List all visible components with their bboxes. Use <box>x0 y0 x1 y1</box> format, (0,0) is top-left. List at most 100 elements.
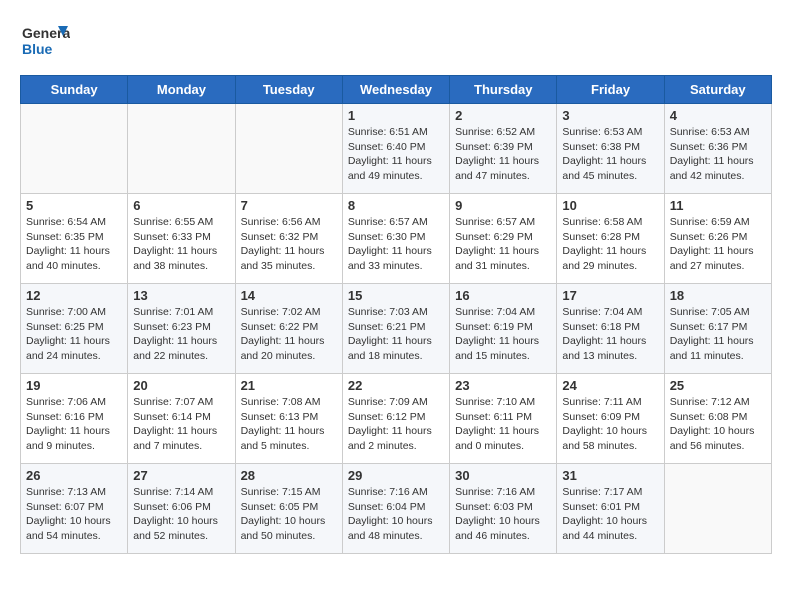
day-info: Sunrise: 7:04 AM Sunset: 6:18 PM Dayligh… <box>562 305 658 364</box>
calendar-cell: 1Sunrise: 6:51 AM Sunset: 6:40 PM Daylig… <box>342 104 449 194</box>
day-number: 10 <box>562 198 658 213</box>
day-number: 5 <box>26 198 122 213</box>
calendar-cell: 17 Sunrise: 7:04 AM Sunset: 6:18 PM Dayli… <box>557 284 664 374</box>
calendar-cell: 25 Sunrise: 7:12 AM Sunset: 6:08 PM Dayli… <box>664 374 771 464</box>
calendar-cell: 9 Sunrise: 6:57 AM Sunset: 6:29 PM Daylig… <box>450 194 557 284</box>
day-number: 25 <box>670 378 766 393</box>
day-number: 21 <box>241 378 337 393</box>
weekday-header: Saturday <box>664 76 771 104</box>
calendar-cell <box>235 104 342 194</box>
weekday-header-row: SundayMondayTuesdayWednesdayThursdayFrid… <box>21 76 772 104</box>
day-info: Sunrise: 7:09 AM Sunset: 6:12 PM Dayligh… <box>348 395 444 454</box>
calendar-cell: 31Sunrise: 7:17 AM Sunset: 6:01 PM Dayli… <box>557 464 664 554</box>
day-number: 2 <box>455 108 551 123</box>
day-number: 8 <box>348 198 444 213</box>
day-number: 17 <box>562 288 658 303</box>
calendar-cell: 7Sunrise: 6:56 AM Sunset: 6:32 PM Daylig… <box>235 194 342 284</box>
day-number: 26 <box>26 468 122 483</box>
calendar-cell: 5 Sunrise: 6:54 AM Sunset: 6:35 PM Daylig… <box>21 194 128 284</box>
weekday-header: Sunday <box>21 76 128 104</box>
calendar-cell: 12 Sunrise: 7:00 AM Sunset: 6:25 PM Dayli… <box>21 284 128 374</box>
svg-text:Blue: Blue <box>22 41 53 57</box>
day-number: 29 <box>348 468 444 483</box>
calendar-cell: 21Sunrise: 7:08 AM Sunset: 6:13 PM Dayli… <box>235 374 342 464</box>
calendar-week-row: 5 Sunrise: 6:54 AM Sunset: 6:35 PM Daylig… <box>21 194 772 284</box>
day-number: 22 <box>348 378 444 393</box>
day-info: Sunrise: 7:03 AM Sunset: 6:21 PM Dayligh… <box>348 305 444 364</box>
calendar-cell: 19 Sunrise: 7:06 AM Sunset: 6:16 PM Dayli… <box>21 374 128 464</box>
day-number: 12 <box>26 288 122 303</box>
day-info: Sunrise: 6:59 AM Sunset: 6:26 PM Dayligh… <box>670 215 766 274</box>
day-info: Sunrise: 7:12 AM Sunset: 6:08 PM Dayligh… <box>670 395 766 454</box>
day-number: 9 <box>455 198 551 213</box>
day-number: 4 <box>670 108 766 123</box>
day-number: 1 <box>348 108 444 123</box>
day-info: Sunrise: 6:57 AM Sunset: 6:30 PM Dayligh… <box>348 215 444 274</box>
day-number: 24 <box>562 378 658 393</box>
weekday-header: Thursday <box>450 76 557 104</box>
calendar-cell: 28 Sunrise: 7:15 AM Sunset: 6:05 PM Dayli… <box>235 464 342 554</box>
calendar-week-row: 19 Sunrise: 7:06 AM Sunset: 6:16 PM Dayli… <box>21 374 772 464</box>
day-info: Sunrise: 6:53 AM Sunset: 6:36 PM Dayligh… <box>670 125 766 184</box>
day-info: Sunrise: 7:14 AM Sunset: 6:06 PM Dayligh… <box>133 485 229 544</box>
day-info: Sunrise: 7:15 AM Sunset: 6:05 PM Dayligh… <box>241 485 337 544</box>
calendar-cell: 27 Sunrise: 7:14 AM Sunset: 6:06 PM Dayli… <box>128 464 235 554</box>
day-info: Sunrise: 7:07 AM Sunset: 6:14 PM Dayligh… <box>133 395 229 454</box>
day-number: 18 <box>670 288 766 303</box>
calendar-cell: 26 Sunrise: 7:13 AM Sunset: 6:07 PM Dayli… <box>21 464 128 554</box>
day-number: 6 <box>133 198 229 213</box>
calendar-cell <box>128 104 235 194</box>
page-header: GeneralBlue <box>20 20 772 65</box>
day-info: Sunrise: 7:06 AM Sunset: 6:16 PM Dayligh… <box>26 395 122 454</box>
day-info: Sunrise: 7:16 AM Sunset: 6:04 PM Dayligh… <box>348 485 444 544</box>
day-info: Sunrise: 7:00 AM Sunset: 6:25 PM Dayligh… <box>26 305 122 364</box>
calendar-cell: 3Sunrise: 6:53 AM Sunset: 6:38 PM Daylig… <box>557 104 664 194</box>
calendar-cell: 2Sunrise: 6:52 AM Sunset: 6:39 PM Daylig… <box>450 104 557 194</box>
logo-svg: GeneralBlue <box>20 20 70 65</box>
calendar-cell: 22 Sunrise: 7:09 AM Sunset: 6:12 PM Dayli… <box>342 374 449 464</box>
calendar-cell: 30 Sunrise: 7:16 AM Sunset: 6:03 PM Dayli… <box>450 464 557 554</box>
calendar-week-row: 26 Sunrise: 7:13 AM Sunset: 6:07 PM Dayli… <box>21 464 772 554</box>
calendar-cell: 29 Sunrise: 7:16 AM Sunset: 6:04 PM Dayli… <box>342 464 449 554</box>
day-info: Sunrise: 6:53 AM Sunset: 6:38 PM Dayligh… <box>562 125 658 184</box>
day-info: Sunrise: 7:11 AM Sunset: 6:09 PM Dayligh… <box>562 395 658 454</box>
weekday-header: Monday <box>128 76 235 104</box>
day-info: Sunrise: 6:56 AM Sunset: 6:32 PM Dayligh… <box>241 215 337 274</box>
day-number: 31 <box>562 468 658 483</box>
day-info: Sunrise: 6:58 AM Sunset: 6:28 PM Dayligh… <box>562 215 658 274</box>
calendar-cell: 10 Sunrise: 6:58 AM Sunset: 6:28 PM Dayli… <box>557 194 664 284</box>
day-number: 20 <box>133 378 229 393</box>
day-info: Sunrise: 7:04 AM Sunset: 6:19 PM Dayligh… <box>455 305 551 364</box>
day-number: 27 <box>133 468 229 483</box>
calendar-cell: 16 Sunrise: 7:04 AM Sunset: 6:19 PM Dayli… <box>450 284 557 374</box>
calendar-cell: 4 Sunrise: 6:53 AM Sunset: 6:36 PM Daylig… <box>664 104 771 194</box>
weekday-header: Friday <box>557 76 664 104</box>
day-info: Sunrise: 6:57 AM Sunset: 6:29 PM Dayligh… <box>455 215 551 274</box>
day-number: 13 <box>133 288 229 303</box>
day-number: 15 <box>348 288 444 303</box>
day-number: 19 <box>26 378 122 393</box>
calendar-cell: 14Sunrise: 7:02 AM Sunset: 6:22 PM Dayli… <box>235 284 342 374</box>
day-number: 28 <box>241 468 337 483</box>
day-number: 23 <box>455 378 551 393</box>
day-number: 30 <box>455 468 551 483</box>
day-number: 16 <box>455 288 551 303</box>
calendar-table: SundayMondayTuesdayWednesdayThursdayFrid… <box>20 75 772 554</box>
calendar-cell: 11 Sunrise: 6:59 AM Sunset: 6:26 PM Dayli… <box>664 194 771 284</box>
day-number: 11 <box>670 198 766 213</box>
day-info: Sunrise: 7:16 AM Sunset: 6:03 PM Dayligh… <box>455 485 551 544</box>
calendar-cell: 13Sunrise: 7:01 AM Sunset: 6:23 PM Dayli… <box>128 284 235 374</box>
calendar-cell: 24 Sunrise: 7:11 AM Sunset: 6:09 PM Dayli… <box>557 374 664 464</box>
calendar-week-row: 1Sunrise: 6:51 AM Sunset: 6:40 PM Daylig… <box>21 104 772 194</box>
weekday-header: Wednesday <box>342 76 449 104</box>
day-info: Sunrise: 7:10 AM Sunset: 6:11 PM Dayligh… <box>455 395 551 454</box>
day-info: Sunrise: 6:54 AM Sunset: 6:35 PM Dayligh… <box>26 215 122 274</box>
calendar-cell: 6Sunrise: 6:55 AM Sunset: 6:33 PM Daylig… <box>128 194 235 284</box>
logo: GeneralBlue <box>20 20 70 65</box>
day-number: 14 <box>241 288 337 303</box>
day-info: Sunrise: 7:05 AM Sunset: 6:17 PM Dayligh… <box>670 305 766 364</box>
calendar-cell <box>664 464 771 554</box>
calendar-cell: 23 Sunrise: 7:10 AM Sunset: 6:11 PM Dayli… <box>450 374 557 464</box>
calendar-cell: 8 Sunrise: 6:57 AM Sunset: 6:30 PM Daylig… <box>342 194 449 284</box>
day-info: Sunrise: 7:13 AM Sunset: 6:07 PM Dayligh… <box>26 485 122 544</box>
